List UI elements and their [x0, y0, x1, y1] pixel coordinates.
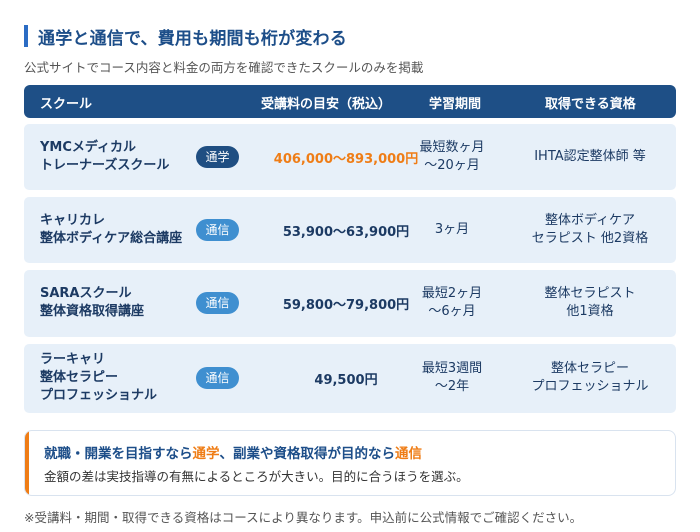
school-name: YMCメディカル トレーナーズスクール [40, 140, 170, 173]
note-heading: 就職・開業を目指すなら通学、副業や資格取得が目的なら通信 [44, 446, 422, 462]
table-row: SARAスクール 整体資格取得講座 通信 59,800〜79,800円 最短2ヶ… [24, 270, 676, 337]
study-period: 最短3週間 〜2年 [421, 361, 483, 394]
course-type-badge: 通信 [196, 219, 239, 241]
table-row: YMCメディカル トレーナーズスクール 通学 406,000〜893,000円 … [24, 124, 676, 190]
note-accent-bar [25, 431, 29, 495]
recommendation-note: 就職・開業を目指すなら通学、副業や資格取得が目的なら通信 金額の差は実技指導の有… [24, 430, 676, 496]
course-type-badge: 通学 [196, 146, 239, 168]
note-body: 金額の差は実技指導の有無によるところが大きい。目的に合うほうを選ぶ。 [44, 469, 469, 484]
course-type-badge: 通信 [196, 292, 239, 314]
course-type-badge: 通信 [196, 367, 239, 389]
header-qualification: 取得できる資格 [545, 97, 636, 112]
qualification: 整体ボディケア セラピスト 他2資格 [531, 213, 649, 246]
footnote: ※受講料・期間・取得できる資格はコースにより異なります。申込前に公式情報でご確認… [24, 510, 583, 525]
study-period: 最短2ヶ月 〜6ヶ月 [421, 286, 483, 319]
qualification: 整体セラピー プロフェッショナル [531, 361, 649, 394]
title-block: 通学と通信で、費用も期間も桁が変わる [24, 24, 347, 49]
study-period: 3ヶ月 [434, 222, 470, 237]
header-period: 学習期間 [429, 97, 482, 112]
title-accent-bar [24, 25, 28, 47]
school-name: ラーキャリ 整体セラピー プロフェッショナル [40, 352, 158, 403]
page-title: 通学と通信で、費用も期間も桁が変わる [38, 28, 347, 49]
qualification: 整体セラピスト 他1資格 [544, 286, 636, 319]
header-school: スクール [40, 97, 93, 112]
table-row: ラーキャリ 整体セラピー プロフェッショナル 通信 49,500円 最短3週間 … [24, 344, 676, 413]
header-price: 受講料の目安（税込） [261, 97, 392, 112]
table-row: キャリカレ 整体ボディケア総合講座 通信 53,900〜63,900円 3ヶ月 … [24, 197, 676, 263]
school-name: SARAスクール 整体資格取得講座 [40, 286, 145, 319]
school-name: キャリカレ 整体ボディケア総合講座 [40, 213, 183, 246]
table-header: スクール 受講料の目安（税込） 学習期間 取得できる資格 [24, 85, 676, 118]
page-subtitle: 公式サイトでコース内容と料金の両方を確認できたスクールのみを掲載 [24, 60, 424, 75]
qualification: IHTA認定整体師 等 [534, 149, 646, 164]
study-period: 最短数ヶ月 〜20ヶ月 [419, 140, 485, 173]
